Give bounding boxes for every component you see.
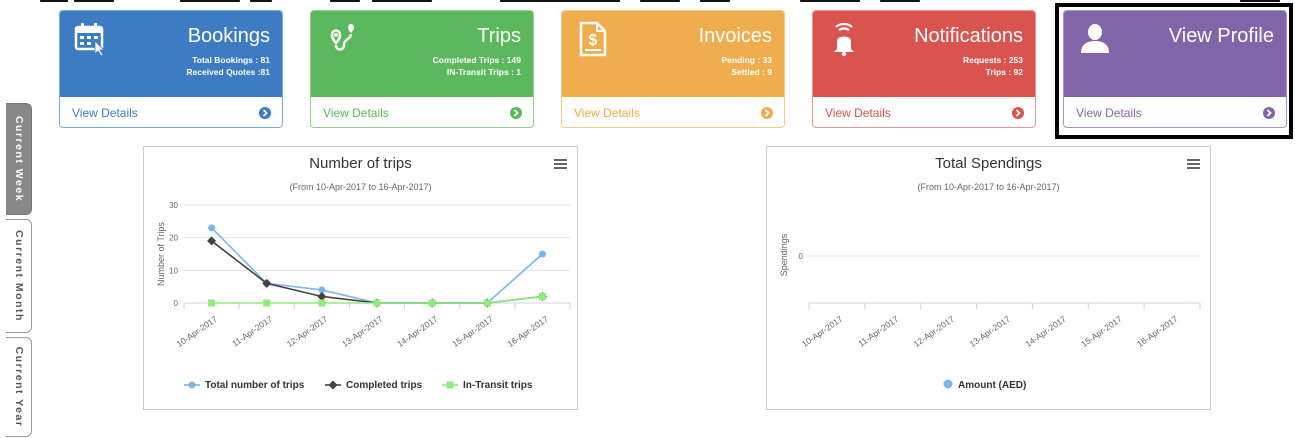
tile-stat-2: IN-Transit Trips : 1 (446, 67, 521, 77)
x-tick-label: 12-Apr-2017 (285, 314, 330, 349)
data-point (318, 299, 326, 307)
tile-header: Trips Completed Trips : 149 IN-Transit T… (311, 11, 533, 97)
tile-title: Notifications (914, 25, 1023, 47)
spendings-chart-plot: 0 10-Apr-2017 11-Apr-2017 12-Apr-2017 13-Apr… (779, 233, 1201, 391)
tab-label: Current Month (12, 230, 25, 322)
tile-header: Notifications Requests : 253 Trips : 92 (813, 11, 1035, 97)
data-point (263, 299, 271, 307)
x-tick-label: 16-Apr-2017 (505, 314, 550, 349)
trips-chart: Number of trips (From 10-Apr-2017 to 16-… (143, 146, 578, 410)
data-point (428, 299, 436, 307)
y-tick-label: 30 (169, 201, 178, 210)
spendings-chart: Total Spendings (From 10-Apr-2017 to 16-… (766, 146, 1211, 410)
notifications-tile[interactable]: Notifications Requests : 253 Trips : 92 … (812, 10, 1036, 128)
trips-tile[interactable]: Trips Completed Trips : 149 IN-Transit T… (310, 10, 534, 128)
tile-stat-2: Received Quotes :81 (186, 67, 270, 77)
x-tick-label: 11-Apr-2017 (856, 314, 900, 349)
x-tick-label: 15-Apr-2017 (450, 314, 495, 349)
data-point (538, 250, 546, 258)
tile-stat-1: Total Bookings : 81 (192, 55, 270, 65)
tile-title: Invoices (698, 25, 772, 47)
series-line (211, 240, 543, 304)
map-route-icon (330, 24, 354, 51)
tile-header: Bookings Total Bookings : 81 Received Qu… (60, 11, 282, 97)
arrow-circle-right-icon (1263, 107, 1275, 119)
svg-text:$: $ (589, 32, 598, 49)
tab-label: Current Year (12, 346, 25, 428)
x-tick-label: 12-Apr-2017 (912, 314, 957, 349)
tab-label: Current Week (12, 115, 25, 203)
tile-stat-1: Pending : 33 (721, 55, 772, 65)
x-tick-label: 13-Apr-2017 (967, 314, 1012, 349)
tile-header: View Profile (1064, 11, 1286, 97)
bookings-tile[interactable]: Bookings Total Bookings : 81 Received Qu… (59, 10, 283, 128)
data-point (373, 299, 381, 307)
tile-header: $ Invoices Pending : 33 Settled : 9 (562, 11, 784, 97)
view-details-label: View Details (825, 106, 891, 120)
view-details-label: View Details (323, 106, 389, 120)
view-details-link[interactable]: View Details (60, 97, 282, 127)
y-tick-label: 0 (174, 299, 179, 308)
y-tick-label: 20 (169, 234, 178, 243)
tab-current-week[interactable]: Current Week (6, 103, 32, 215)
view-details-link[interactable]: View Details (813, 97, 1035, 127)
x-tick-label: 11-Apr-2017 (230, 314, 274, 349)
tile-stat-1: Requests : 253 (963, 55, 1023, 65)
series-line (211, 227, 543, 304)
y-axis-label: Spendings (779, 233, 789, 276)
arrow-circle-right-icon (1012, 107, 1024, 119)
legend-marker (188, 381, 196, 389)
legend-marker (446, 381, 454, 389)
view-details-link[interactable]: View Details (311, 97, 533, 127)
invoice-dollar-icon: $ (579, 21, 607, 57)
tile-stat-1: Completed Trips : 149 (432, 55, 521, 65)
calendar-icon (74, 23, 105, 57)
tab-current-year[interactable]: Current Year (6, 337, 32, 437)
legend-marker (943, 379, 953, 389)
x-tick-label: 10-Apr-2017 (175, 314, 220, 349)
tile-title: View Profile (1168, 25, 1274, 47)
data-point (483, 299, 491, 307)
tab-current-month[interactable]: Current Month (6, 219, 32, 333)
view-details-label: View Details (1076, 106, 1142, 120)
bell-icon (834, 22, 854, 57)
invoices-tile[interactable]: $ Invoices Pending : 33 Settled : 9 View… (561, 10, 785, 128)
y-axis-label: Number of Trips (156, 221, 166, 286)
x-tick-label: 15-Apr-2017 (1079, 314, 1124, 349)
legend-label: Total number of trips (205, 380, 305, 391)
x-tick-label: 13-Apr-2017 (340, 314, 385, 349)
y-tick-label: 10 (169, 266, 178, 275)
data-point (208, 299, 216, 307)
x-tick-label: 16-Apr-2017 (1135, 314, 1180, 349)
view-details-link[interactable]: View Details (562, 97, 784, 127)
arrow-circle-right-icon (259, 107, 271, 119)
view-details-label: View Details (72, 106, 138, 120)
x-tick-label: 14-Apr-2017 (395, 314, 440, 349)
x-tick-label: 14-Apr-2017 (1023, 314, 1068, 349)
legend-label: Completed trips (346, 380, 423, 391)
tile-stat-2: Trips : 92 (985, 67, 1023, 77)
legend-label: In-Transit trips (463, 380, 533, 391)
data-point (208, 224, 216, 232)
legend-marker (328, 380, 338, 390)
view-profile-tile[interactable]: View Profile View Details (1063, 10, 1287, 128)
legend-label: Amount (AED) (958, 380, 1026, 391)
tile-title: Trips (477, 25, 521, 47)
tile-stat-2: Settled : 9 (731, 67, 772, 77)
view-details-link[interactable]: View Details (1064, 97, 1286, 127)
trips-chart-plot: 0 10 20 30 10-Apr-2017 11-Apr-2017 12-Apr-2017… (156, 201, 571, 391)
y-tick-label: 0 (799, 252, 804, 261)
tile-title: Bookings (187, 25, 270, 47)
user-icon (1081, 24, 1109, 53)
cropped-header-text (0, 0, 1295, 6)
arrow-circle-right-icon (510, 107, 522, 119)
x-tick-label: 10-Apr-2017 (800, 314, 845, 349)
data-point (538, 292, 546, 300)
view-details-label: View Details (574, 106, 640, 120)
arrow-circle-right-icon (761, 107, 773, 119)
